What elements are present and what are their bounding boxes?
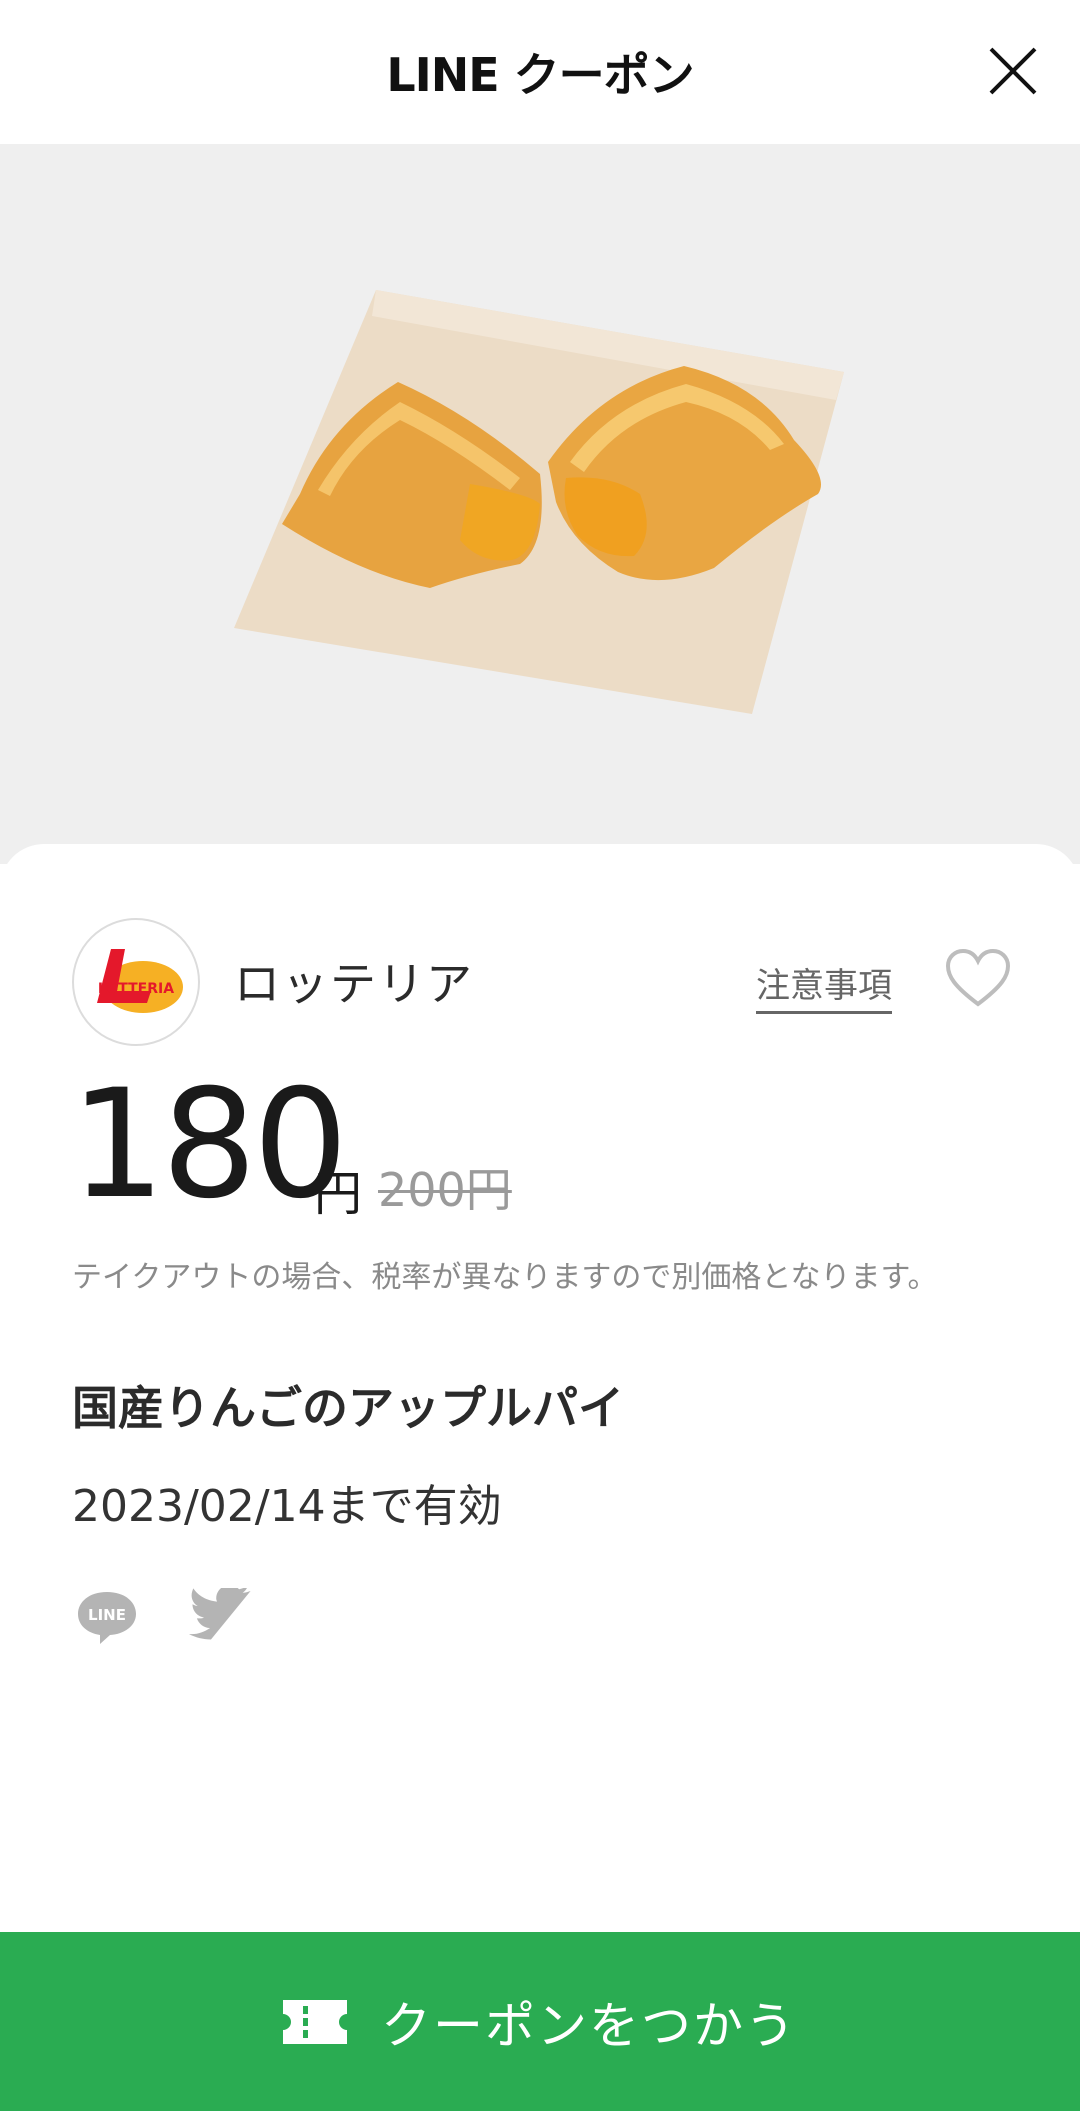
header-title: LINE クーポン	[386, 48, 694, 102]
original-price: 200円	[378, 1163, 512, 1217]
line-icon-text: LINE	[88, 1606, 126, 1624]
shop-name: ロッテリア	[234, 957, 474, 1011]
close-button[interactable]	[980, 38, 1046, 104]
close-icon	[989, 47, 1037, 95]
coupon-price: 180	[70, 1058, 348, 1232]
share-line-button[interactable]: LINE	[74, 1588, 140, 1646]
shop-logo: LOTTERIA	[72, 918, 200, 1046]
heart-outline-icon	[945, 948, 1011, 1007]
apple-pie-photo	[234, 290, 844, 714]
validity-date: 2023/02/14まで有効	[72, 1481, 502, 1532]
notes-link[interactable]: 注意事項	[756, 958, 892, 1014]
use-coupon-label: クーポンをつかう	[381, 1996, 797, 2055]
app-header: LINE クーポン	[0, 0, 1080, 144]
lotteria-logo-icon: LOTTERIA	[97, 949, 183, 1013]
twitter-icon	[188, 1584, 251, 1640]
use-coupon-button[interactable]: クーポンをつかう	[0, 1932, 1080, 2111]
ticket-icon	[283, 1999, 347, 2044]
logo-text: LOTTERIA	[98, 981, 174, 997]
tax-note: テイクアウトの場合、税率が異なりますので別価格となります。	[72, 1260, 938, 1295]
price-unit: 円	[314, 1166, 363, 1222]
line-icon: LINE	[78, 1592, 136, 1644]
favorite-button[interactable]	[944, 948, 1012, 1008]
hero-image	[0, 144, 1080, 864]
share-twitter-button[interactable]	[188, 1584, 254, 1646]
product-name: 国産りんごのアップルパイ	[72, 1381, 624, 1435]
